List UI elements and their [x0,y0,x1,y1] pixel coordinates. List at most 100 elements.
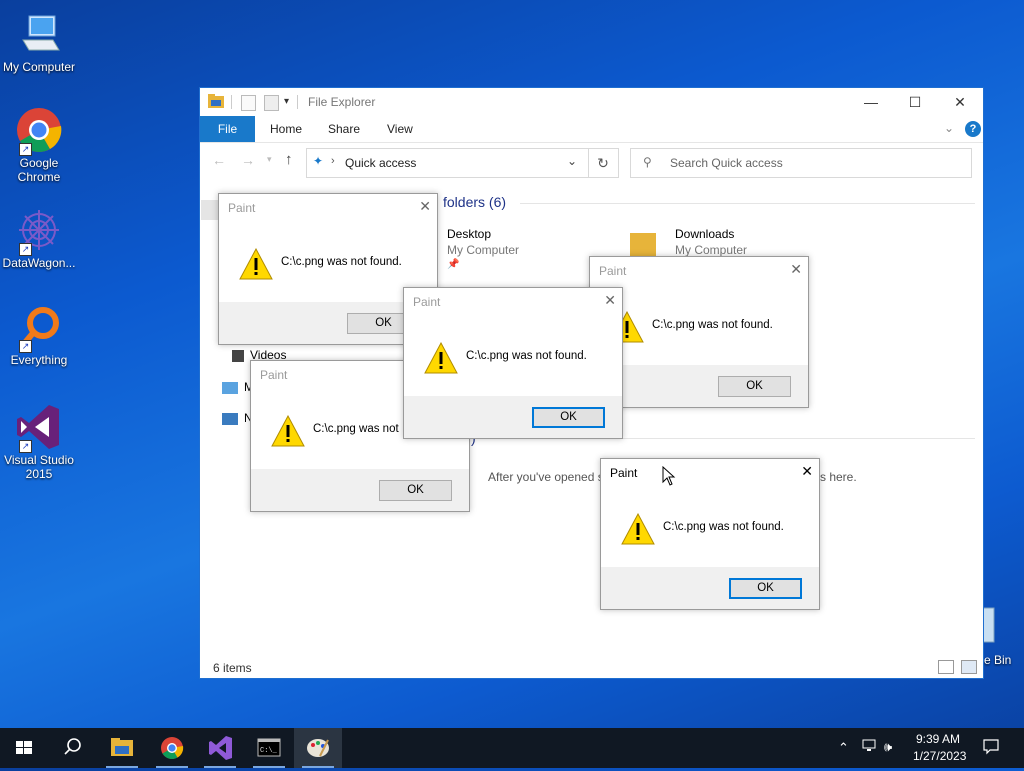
ok-button[interactable]: OK [729,578,802,599]
mouse-cursor-icon [662,465,676,486]
clock-date[interactable]: 1/27/2023 [913,749,966,763]
file-explorer-icon [111,738,133,756]
large-icons-view-icon[interactable] [961,660,977,674]
properties-icon[interactable] [241,95,256,111]
desktop-icon-label: Everything [10,353,68,367]
tab-view[interactable]: View [387,116,413,142]
taskbar-visual-studio[interactable] [196,728,244,768]
volume-icon[interactable]: 🕪 [884,739,892,755]
taskbar-chrome[interactable] [148,728,196,768]
warning-icon [239,247,273,280]
folder-name: Downloads [675,227,735,241]
divider [297,95,298,109]
up-button[interactable]: ↑ [285,151,293,168]
datawagon-icon: ↗ [15,206,63,256]
desktop-icon-datawagon[interactable]: ↗ DataWagon... [1,206,77,270]
desktop-icon-everything[interactable]: ↗ Everything [1,303,77,367]
ok-button[interactable]: OK [379,480,452,501]
desktop-icon-chrome[interactable]: ↗ Google Chrome [1,106,77,184]
dialog-title: Paint [228,201,256,215]
help-icon[interactable]: ? [965,121,981,137]
divider [231,95,232,109]
dialog-title: Paint [610,466,638,480]
start-button[interactable] [0,728,48,768]
address-bar[interactable]: ✦ › Quick access ⌄ [306,148,589,178]
breadcrumb[interactable]: Quick access [345,156,416,170]
maximize-button[interactable]: ☐ [892,88,938,116]
paint-icon [307,739,329,757]
breadcrumb-separator: › [331,155,335,167]
shortcut-arrow-icon: ↗ [19,243,32,256]
taskbar-terminal[interactable]: C:\_ [245,728,293,768]
expand-ribbon-icon[interactable]: ⌄ [944,121,954,135]
ribbon-tabs: File Home Share View ⌄ ? [200,116,983,143]
tab-share[interactable]: Share [328,116,360,142]
desktop-icon-label: e Bin [984,653,1012,667]
chrome-icon: ↗ [15,106,63,156]
clock-time[interactable]: 9:39 AM [916,732,960,746]
desktop-icon-label: My Computer [2,60,76,74]
dialog-message: C:\c.png was not found. [652,319,773,331]
section-divider [520,203,975,204]
search-placeholder: Search Quick access [670,156,783,170]
details-view-icon[interactable] [938,660,954,674]
search-icon [64,738,81,755]
file-explorer-icon [208,94,224,108]
taskbar-paint[interactable] [294,728,342,768]
desktop-icon-label: DataWagon... [2,256,76,270]
network-icon [222,412,238,425]
computer-icon [15,10,63,58]
title-bar[interactable]: ▾ File Explorer — ☐ ✕ [200,88,983,116]
svg-text:C:\_: C:\_ [260,747,278,755]
search-button[interactable] [48,728,96,768]
desktop-icon-label: Google Chrome [17,156,61,184]
section-frequent-folders[interactable]: folders (6) [443,194,506,210]
tab-file[interactable]: File [200,116,255,142]
dialog-footer: OK [601,567,819,609]
minimize-button[interactable]: — [848,88,894,116]
ok-button[interactable]: OK [718,376,791,397]
network-icon[interactable] [862,739,878,753]
new-folder-icon[interactable] [264,95,279,111]
dialog-title: Paint [599,264,627,278]
forward-button[interactable]: → [241,152,255,168]
close-button[interactable]: ✕ [790,261,802,278]
folder-location: My Computer [447,243,520,257]
warning-icon [271,414,305,447]
taskbar-file-explorer[interactable] [98,728,146,768]
desktop-icon-visual-studio[interactable]: ↗ Visual Studio 2015 [1,403,77,481]
dialog-message: C:\c.png was not [313,423,399,435]
search-icon: ⚲ [643,155,652,169]
close-button[interactable]: ✕ [419,198,431,215]
dialog-message: C:\c.png was not found. [466,350,587,362]
start-icon [16,741,32,754]
notifications-icon[interactable] [983,739,999,755]
dialog-title: Paint [260,368,288,382]
refresh-button[interactable]: ↻ [588,148,619,178]
recent-locations-icon[interactable]: ▾ [267,154,272,165]
tab-home[interactable]: Home [270,116,302,142]
address-dropdown-icon[interactable]: ⌄ [567,154,577,168]
downloads-folder-icon [630,233,656,257]
close-button[interactable]: ✕ [937,88,983,116]
recent-empty-text-end: s here. [820,470,857,484]
shortcut-arrow-icon: ↗ [19,143,32,156]
pin-icon: ✦ [313,154,324,168]
desktop-icon-my-computer[interactable]: My Computer [1,10,77,74]
videos-icon [232,349,244,362]
window-title: File Explorer [308,95,376,109]
search-input[interactable]: ⚲ Search Quick access [630,148,972,178]
customize-qat-icon[interactable]: ▾ [284,96,289,107]
warning-icon [424,341,458,374]
close-button[interactable]: ✕ [604,292,616,309]
desktop-icon-label: Visual Studio 2015 [4,453,74,481]
nav-item-network[interactable]: N [222,411,253,425]
dialog-message: C:\c.png was not found. [281,256,402,268]
close-button[interactable]: ✕ [801,463,813,480]
back-button[interactable]: ← [212,152,226,168]
ok-button[interactable]: OK [532,407,605,428]
paint-error-dialog[interactable]: Paint ✕ C:\c.png was not found. OK [403,287,623,439]
paint-error-dialog[interactable]: Paint ✕ C:\c.png was not found. OK [600,458,820,610]
show-hidden-icons[interactable]: ⌃ [838,740,849,756]
dialog-footer: OK [251,469,469,511]
